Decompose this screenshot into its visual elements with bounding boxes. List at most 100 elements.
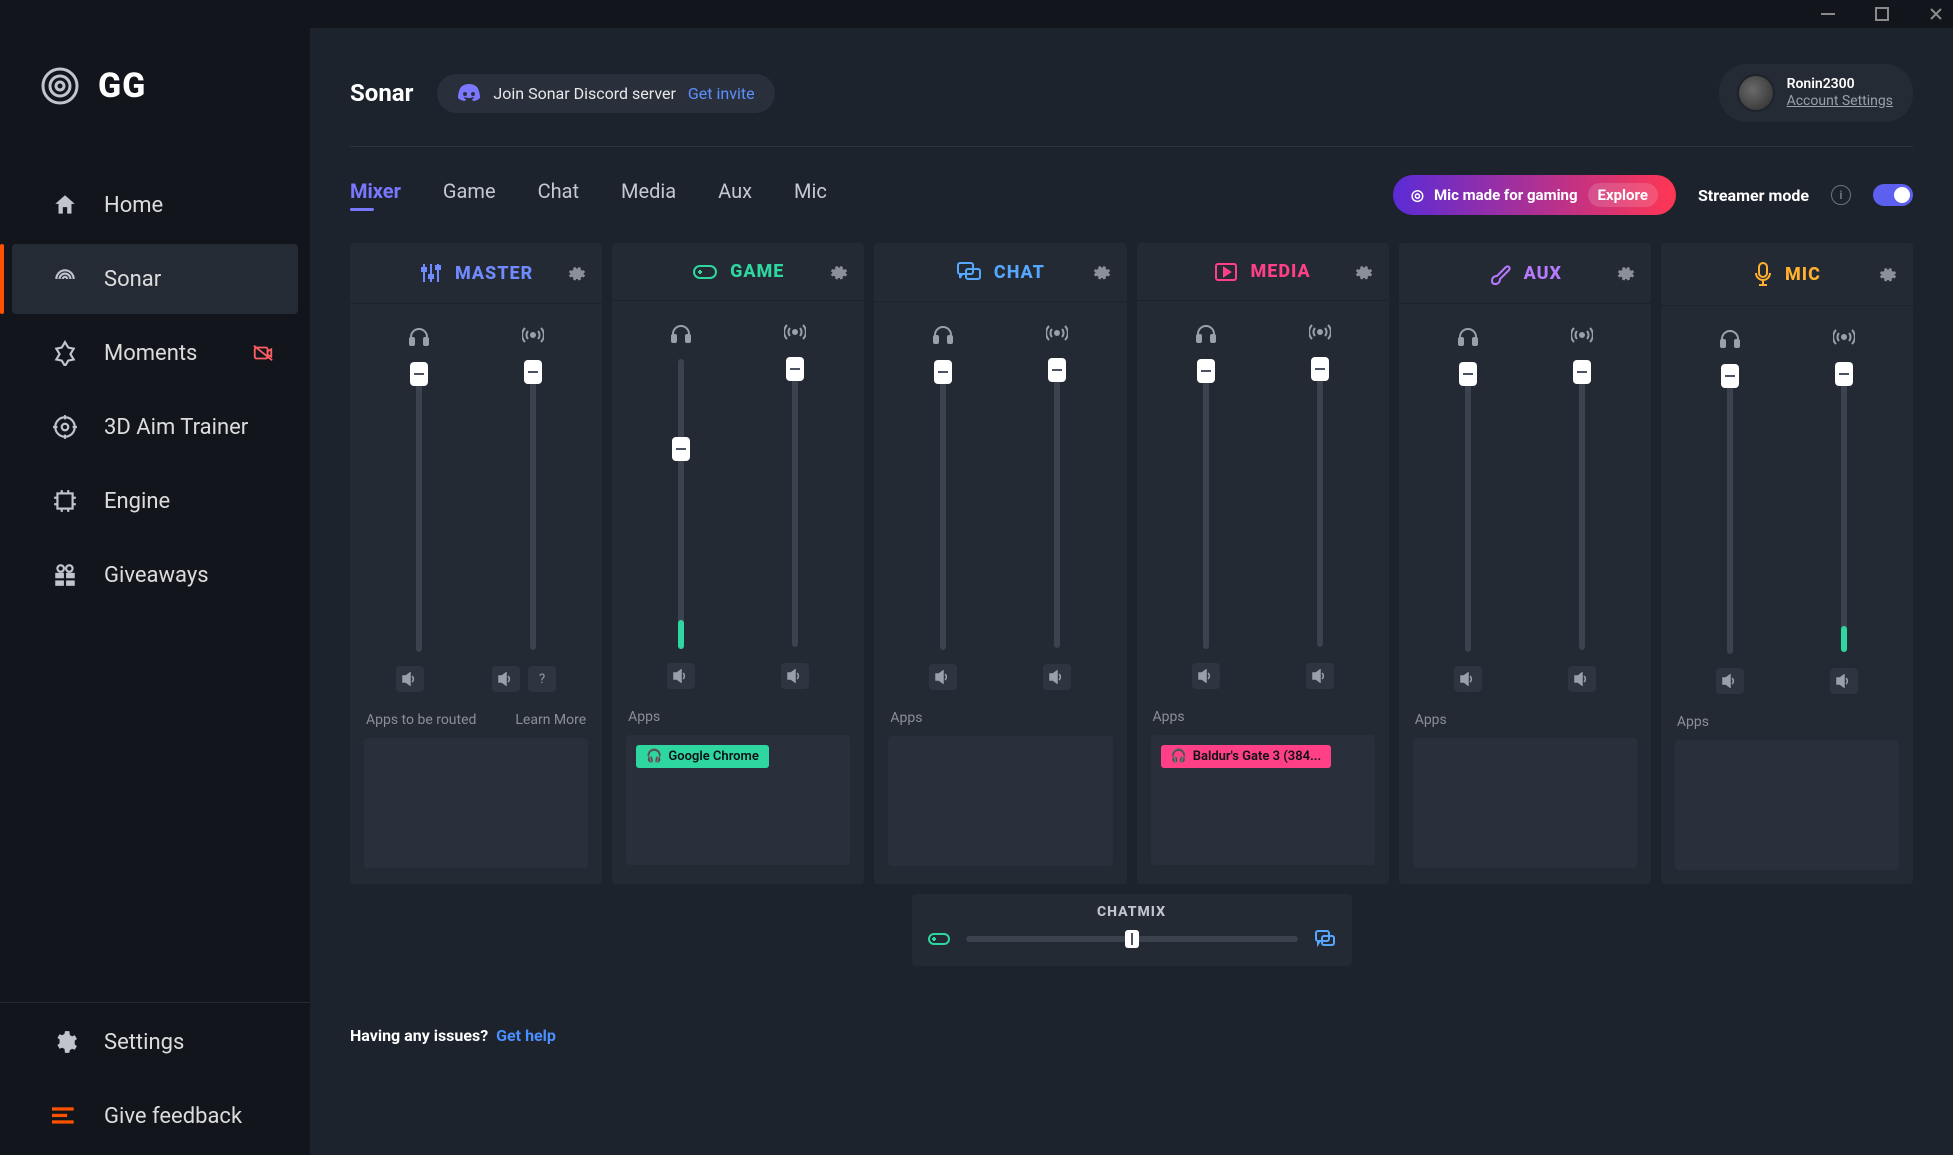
app-chip[interactable]: 🎧Baldur's Gate 3 (384...	[1161, 745, 1332, 768]
headphones-icon	[1719, 328, 1741, 348]
slider-thumb[interactable]	[1835, 362, 1853, 386]
channel-settings-button[interactable]	[1617, 264, 1635, 282]
mute-headphones-button[interactable]	[667, 663, 695, 689]
sonar-icon	[52, 266, 78, 292]
tab-media[interactable]: Media	[621, 179, 676, 211]
user-account[interactable]: Ronin2300 Account Settings	[1719, 64, 1913, 122]
mute-broadcast-button[interactable]	[1306, 663, 1334, 689]
apps-dropzone[interactable]	[888, 736, 1112, 866]
broadcast-slider[interactable]	[1579, 360, 1585, 650]
sidebar-item-moments[interactable]: Moments	[12, 318, 298, 388]
nav-label: Moments	[104, 341, 197, 366]
mute-headphones-button[interactable]	[929, 664, 957, 690]
moments-icon	[52, 340, 78, 366]
apps-dropzone[interactable]: 🎧Google Chrome	[626, 735, 850, 865]
broadcast-slider[interactable]	[1317, 357, 1323, 647]
window-minimize[interactable]	[1819, 5, 1837, 23]
slider-thumb[interactable]	[524, 360, 542, 384]
explore-label: Explore	[1588, 183, 1658, 207]
mute-headphones-button[interactable]	[396, 666, 424, 692]
channel-game: GAME Apps �	[612, 243, 864, 884]
apps-label: Apps	[890, 710, 922, 726]
apps-dropzone[interactable]: 🎧Baldur's Gate 3 (384...	[1151, 735, 1375, 865]
slider-thumb[interactable]	[1197, 359, 1215, 383]
apps-label: Apps	[1677, 714, 1709, 730]
target-icon: ◎	[1411, 186, 1424, 204]
brush-icon	[1488, 261, 1512, 285]
tab-chat[interactable]: Chat	[538, 179, 579, 211]
slider-thumb[interactable]	[1721, 364, 1739, 388]
headphones-slider[interactable]	[1727, 364, 1733, 654]
tab-mixer[interactable]: Mixer	[350, 179, 401, 211]
slider-thumb[interactable]	[1573, 360, 1591, 384]
apps-dropzone[interactable]	[364, 738, 588, 868]
app-chip[interactable]: 🎧Google Chrome	[636, 745, 769, 768]
channel-media: MEDIA Apps	[1137, 243, 1389, 884]
slider-thumb[interactable]	[1459, 362, 1477, 386]
mute-broadcast-button[interactable]	[1830, 668, 1858, 694]
mic-promo-text: Mic made for gaming	[1434, 186, 1578, 204]
channel-settings-button[interactable]	[1879, 265, 1897, 283]
mute-headphones-button[interactable]	[1192, 663, 1220, 689]
broadcast-slider[interactable]	[530, 360, 536, 650]
broadcast-slider[interactable]	[792, 357, 798, 647]
channel-settings-button[interactable]	[568, 264, 586, 282]
slider-thumb[interactable]	[1048, 358, 1066, 382]
tab-mic[interactable]: Mic	[794, 179, 827, 211]
mute-broadcast-button[interactable]	[1043, 664, 1071, 690]
mic-promo-pill[interactable]: ◎ Mic made for gaming Explore	[1393, 175, 1676, 215]
mute-broadcast-button[interactable]	[1568, 666, 1596, 692]
sidebar-item-3d-aim-trainer[interactable]: 3D Aim Trainer	[12, 392, 298, 462]
mute-headphones-button[interactable]	[1454, 666, 1482, 692]
channel-settings-button[interactable]	[830, 263, 848, 281]
slider-thumb[interactable]	[934, 360, 952, 384]
channel-title: MIC	[1785, 264, 1821, 285]
headphones-slider[interactable]	[1203, 359, 1209, 649]
headphones-slider[interactable]	[416, 362, 422, 652]
channel-settings-button[interactable]	[1093, 263, 1111, 281]
tab-game[interactable]: Game	[443, 179, 496, 211]
mute-broadcast-button[interactable]	[781, 663, 809, 689]
broadcast-icon	[1833, 328, 1855, 346]
help-button[interactable]: ?	[528, 666, 556, 692]
broadcast-icon	[1309, 323, 1331, 341]
learn-more-link[interactable]: Learn More	[515, 712, 586, 728]
apps-dropzone[interactable]	[1675, 740, 1899, 870]
chatmix-label: CHATMIX	[928, 904, 1336, 920]
slider-thumb[interactable]	[786, 357, 804, 381]
sidebar-item-settings[interactable]: Settings	[12, 1007, 298, 1077]
discord-invite-link[interactable]: Get invite	[688, 84, 755, 103]
window-close[interactable]	[1927, 5, 1945, 23]
info-icon[interactable]: i	[1831, 185, 1851, 205]
chatmix-thumb[interactable]	[1125, 930, 1139, 948]
sidebar-item-home[interactable]: Home	[12, 170, 298, 240]
account-settings-link[interactable]: Account Settings	[1787, 93, 1893, 110]
chatmix-slider[interactable]	[966, 936, 1298, 942]
window-maximize[interactable]	[1873, 5, 1891, 23]
channel-header: MIC	[1661, 243, 1913, 306]
slider-thumb[interactable]	[410, 362, 428, 386]
sidebar-item-sonar[interactable]: Sonar	[12, 244, 298, 314]
sidebar-item-feedback[interactable]: Give feedback	[12, 1081, 298, 1151]
chat-icon	[1314, 930, 1336, 948]
app-logo: GG	[0, 66, 310, 106]
headphones-slider[interactable]	[1465, 362, 1471, 652]
streamer-mode-toggle[interactable]	[1873, 184, 1913, 206]
settings-label: Settings	[104, 1030, 184, 1055]
slider-thumb[interactable]	[672, 437, 690, 461]
channel-settings-button[interactable]	[1355, 263, 1373, 281]
broadcast-slider[interactable]	[1841, 362, 1847, 652]
mute-broadcast-button[interactable]	[492, 666, 520, 692]
sidebar-item-giveaways[interactable]: Giveaways	[12, 540, 298, 610]
broadcast-slider[interactable]	[1054, 358, 1060, 648]
tab-aux[interactable]: Aux	[718, 179, 752, 211]
discord-invite-pill[interactable]: Join Sonar Discord server Get invite	[437, 74, 774, 113]
mute-headphones-button[interactable]	[1716, 668, 1744, 694]
slider-thumb[interactable]	[1311, 357, 1329, 381]
headphones-slider[interactable]	[940, 360, 946, 650]
apps-dropzone[interactable]	[1413, 738, 1637, 868]
get-help-link[interactable]: Get help	[496, 1026, 556, 1045]
sidebar-item-engine[interactable]: Engine	[12, 466, 298, 536]
headphones-slider[interactable]	[678, 359, 684, 649]
gamepad-icon	[928, 931, 950, 947]
